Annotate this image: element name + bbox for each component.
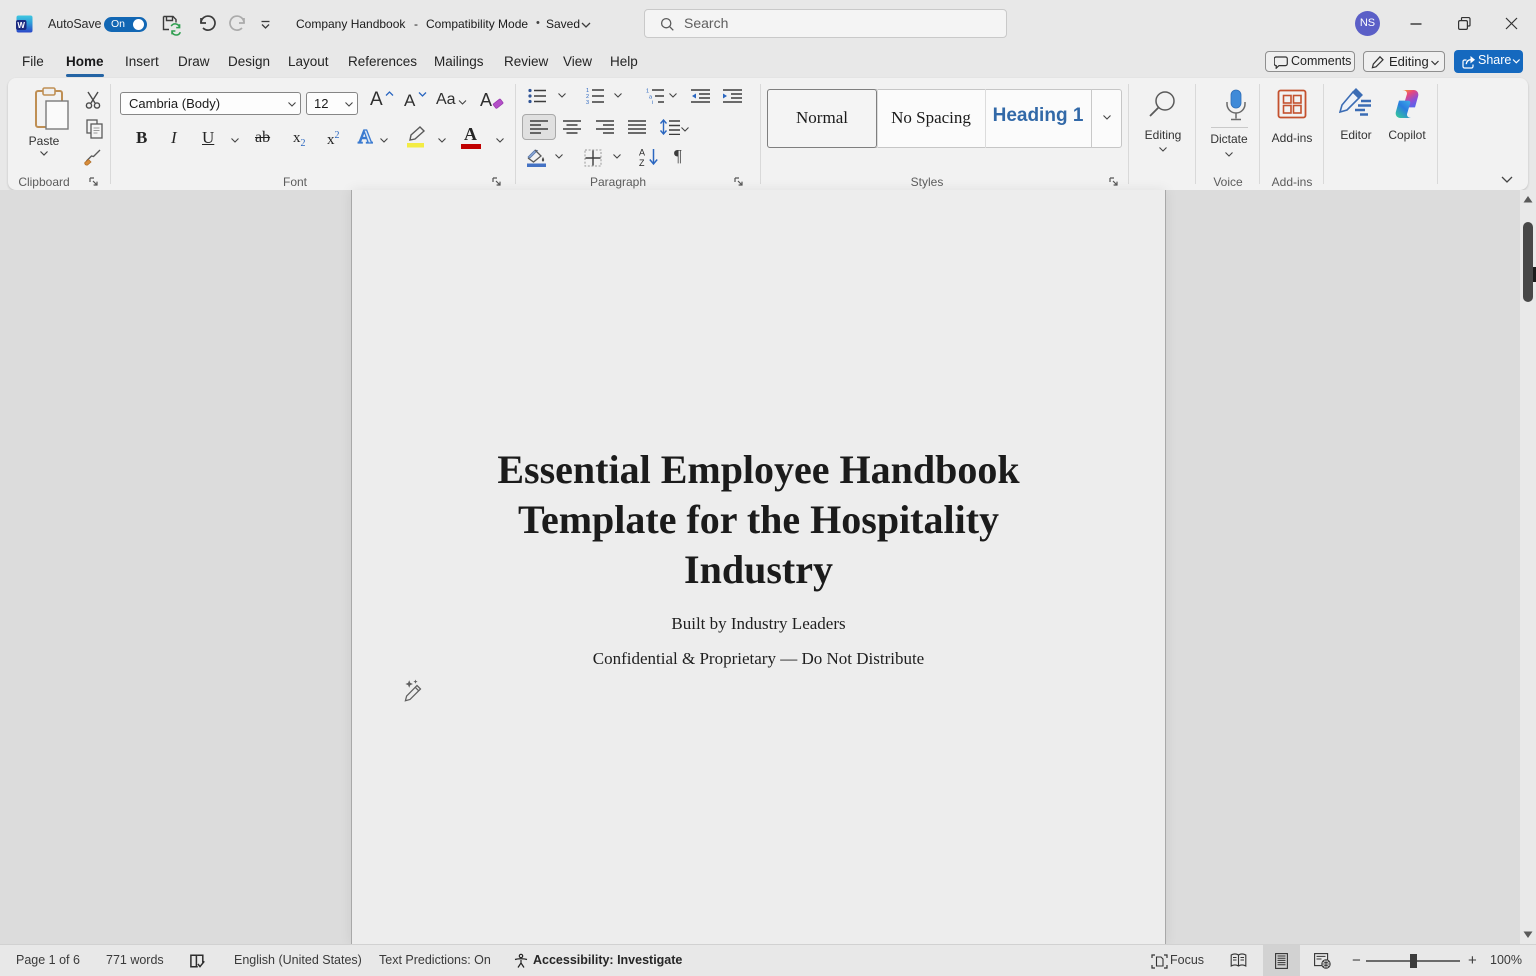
svg-text:i: i [652,100,653,104]
svg-text:3: 3 [586,100,589,104]
svg-text:Z: Z [639,158,645,167]
svg-text:W: W [17,21,25,30]
svg-text:A: A [639,148,645,158]
